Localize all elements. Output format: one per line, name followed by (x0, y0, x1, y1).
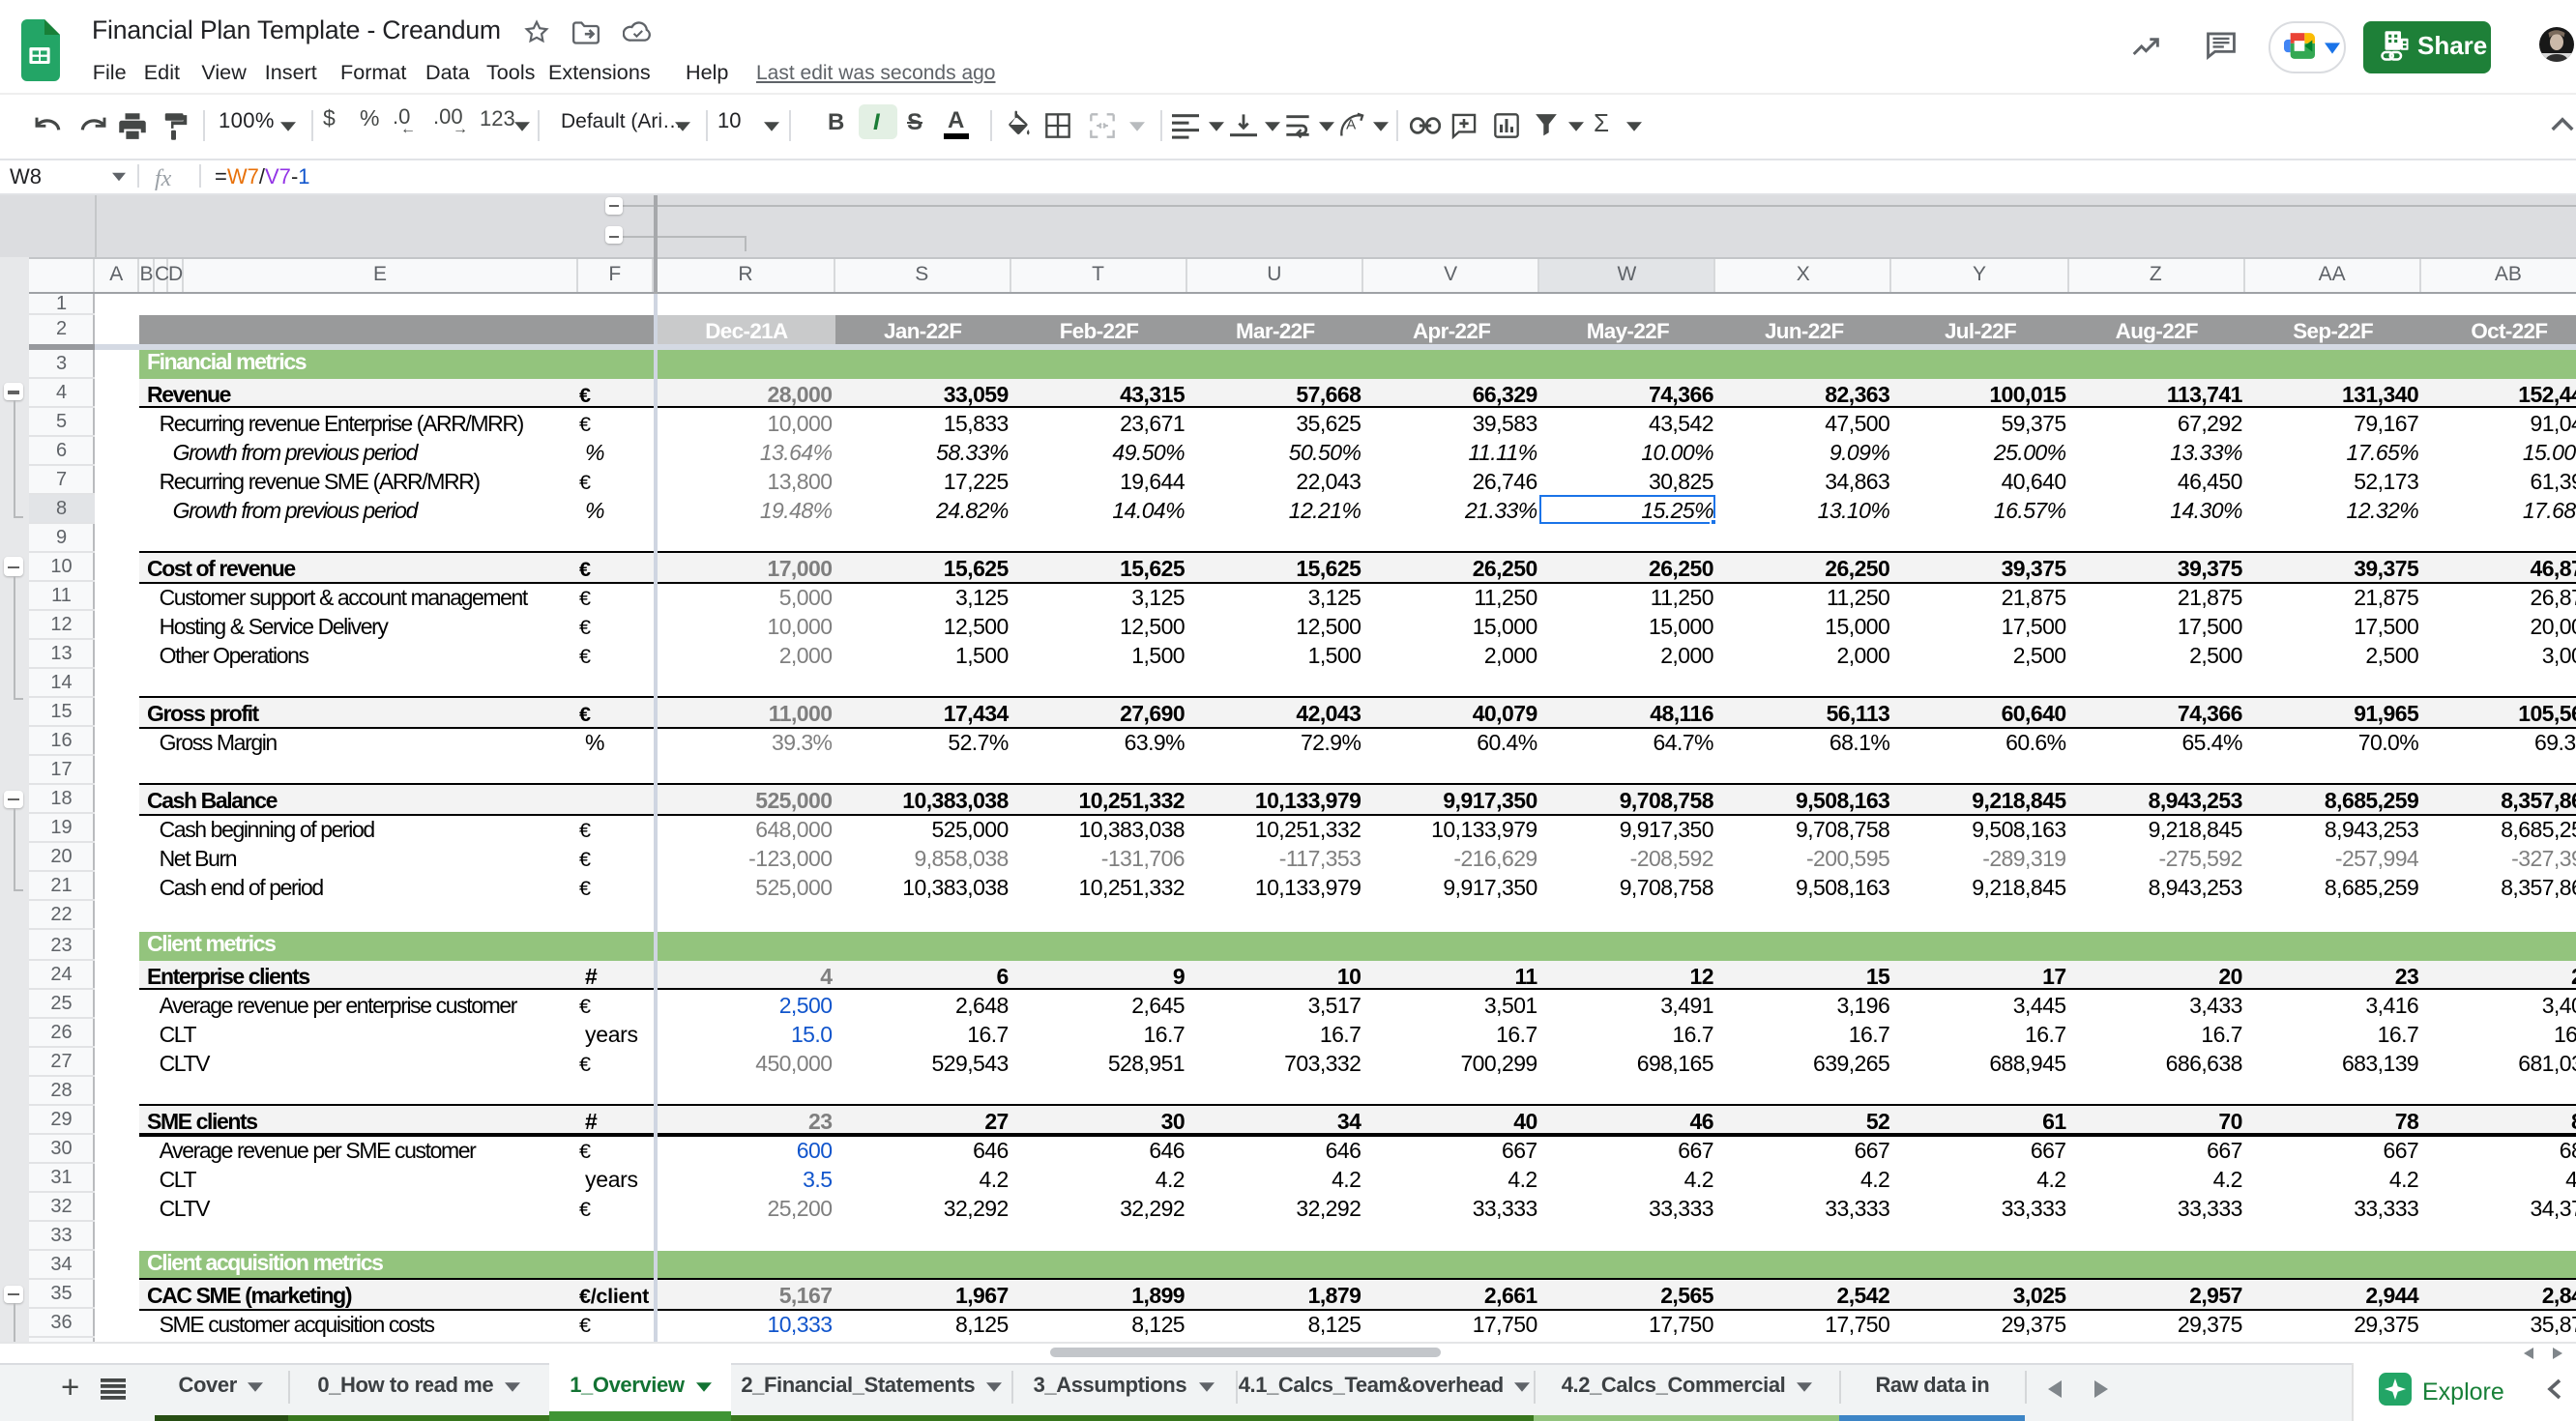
svg-text:A: A (1345, 117, 1356, 133)
